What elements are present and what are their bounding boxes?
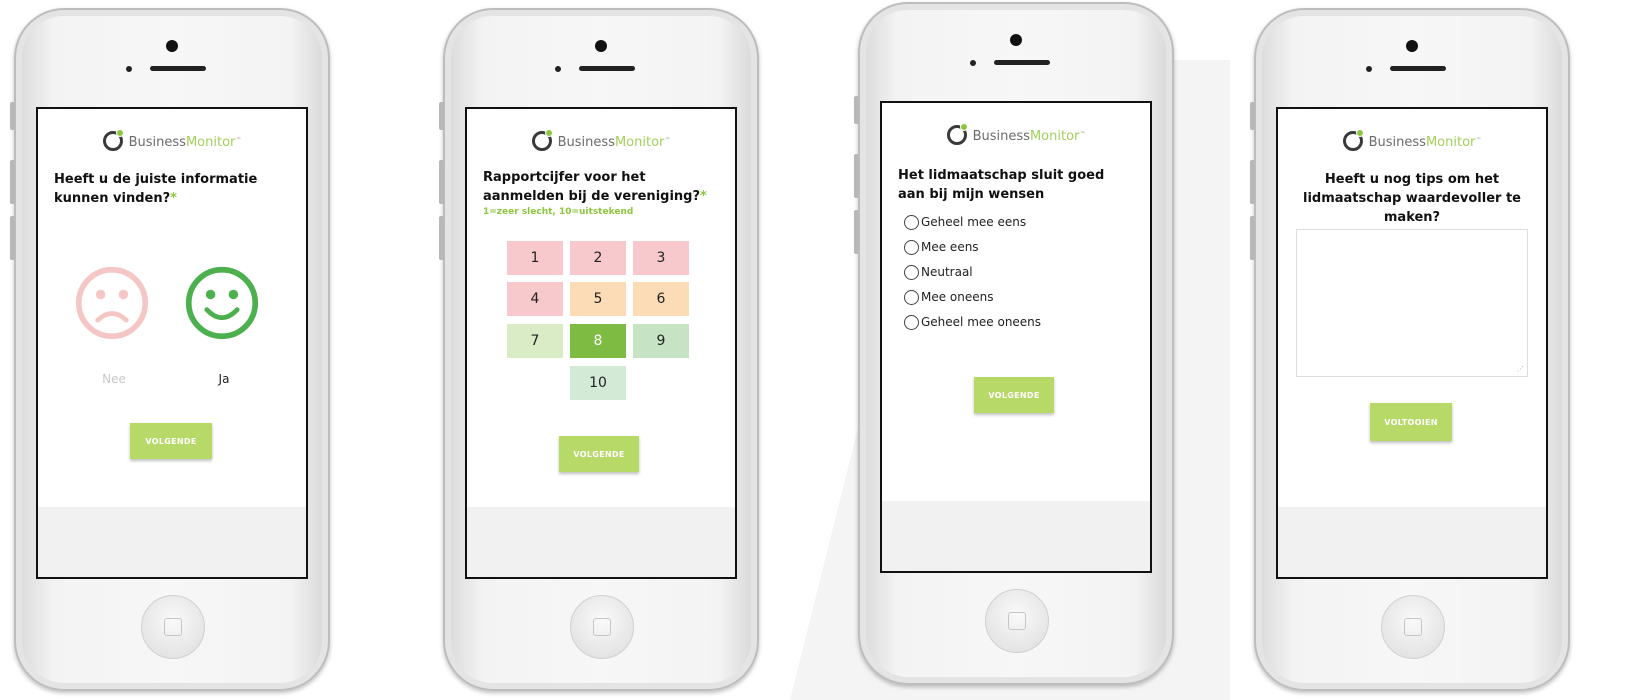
radio-button[interactable]: [904, 314, 919, 330]
phone-side-button: [10, 160, 15, 204]
phone-sensor: [970, 60, 976, 66]
next-button[interactable]: VOLGENDE: [130, 423, 212, 459]
option-label-ja[interactable]: Ja: [184, 372, 264, 386]
scale-hint: 1=zeer slecht, 10=uitstekend: [483, 206, 634, 217]
phone-sensor: [1366, 66, 1372, 72]
phone-frame-2: BusinessMonitor™ Rapportcijfer voor het …: [439, 8, 759, 691]
radio-button[interactable]: [904, 264, 919, 280]
phone-side-button: [854, 210, 859, 254]
phone-side-button: [854, 96, 859, 124]
screen-footer: [1278, 507, 1546, 577]
phone-side-button: [439, 216, 444, 260]
phone-side-button: [10, 216, 15, 260]
phone-side-button: [1250, 216, 1255, 260]
phone-side-button: [10, 102, 15, 130]
phone-speaker: [1390, 66, 1446, 71]
phone-speaker: [150, 66, 206, 71]
phone-side-button: [1250, 160, 1255, 204]
score-cell-3[interactable]: 3: [633, 241, 689, 275]
businessmonitor-logo: BusinessMonitor™: [38, 129, 306, 151]
home-button: [141, 595, 205, 659]
question-text: Rapportcijfer voor het aanmelden bij de …: [483, 170, 707, 204]
next-button[interactable]: VOLGENDE: [559, 436, 639, 472]
phone-frame-4: BusinessMonitor™ Heeft u nog tips om het…: [1250, 8, 1570, 691]
happy-face-icon[interactable]: [184, 265, 260, 341]
sad-face-icon[interactable]: [74, 265, 150, 341]
score-cell-5[interactable]: 5: [570, 282, 626, 316]
radio-option-geheel-mee-eens[interactable]: Geheel mee eens: [904, 213, 1150, 232]
radio-option-geheel-mee-oneens[interactable]: Geheel mee oneens: [904, 313, 1150, 332]
logo-ring-icon: [102, 129, 124, 151]
screen-footer: [467, 507, 735, 577]
radio-option-neutraal[interactable]: Neutraal: [904, 263, 1150, 282]
screen-footer: [882, 501, 1150, 571]
businessmonitor-logo: BusinessMonitor™: [467, 129, 735, 151]
score-cell-2[interactable]: 2: [570, 241, 626, 275]
home-button: [1381, 595, 1445, 659]
score-cell-9[interactable]: 9: [633, 324, 689, 358]
logo-ring-icon: [531, 129, 553, 151]
logo-ring-icon: [946, 123, 968, 145]
phone-sensor: [126, 66, 132, 72]
phone-camera: [595, 40, 607, 52]
score-cell-6[interactable]: 6: [633, 282, 689, 316]
screen-footer: [38, 507, 306, 577]
question-text: Heeft u de juiste informatie kunnen vind…: [54, 172, 258, 206]
phone-camera: [1010, 34, 1022, 46]
phone-side-button: [439, 102, 444, 130]
phone-side-button: [854, 154, 859, 198]
tips-textarea[interactable]: [1296, 229, 1528, 377]
survey-screen-4: BusinessMonitor™ Heeft u nog tips om het…: [1276, 107, 1548, 579]
logo-ring-icon: [1342, 129, 1364, 151]
phone-sensor: [555, 66, 561, 72]
score-cell-1[interactable]: 1: [507, 241, 563, 275]
radio-option-mee-eens[interactable]: Mee eens: [904, 238, 1150, 257]
phone-camera: [166, 40, 178, 52]
survey-screen-1: BusinessMonitor™ Heeft u de juiste infor…: [36, 107, 308, 579]
phone-frame-1: BusinessMonitor™ Heeft u de juiste infor…: [10, 8, 330, 691]
score-cell-4[interactable]: 4: [507, 282, 563, 316]
businessmonitor-logo: BusinessMonitor™: [1278, 129, 1546, 151]
survey-screen-2: BusinessMonitor™ Rapportcijfer voor het …: [465, 107, 737, 579]
phone-side-button: [439, 160, 444, 204]
question-text: Het lidmaatschap sluit goed aan bij mijn…: [898, 168, 1105, 202]
businessmonitor-logo: BusinessMonitor™: [882, 123, 1150, 145]
radio-button[interactable]: [904, 239, 919, 255]
radio-button[interactable]: [904, 289, 919, 305]
score-cell-8-selected[interactable]: 8: [570, 324, 626, 358]
phone-side-button: [1250, 102, 1255, 130]
option-label-nee[interactable]: Nee: [74, 372, 154, 386]
phone-camera: [1406, 40, 1418, 52]
resize-handle-icon[interactable]: ⋰: [1517, 365, 1524, 373]
radio-option-mee-oneens[interactable]: Mee oneens: [904, 288, 1150, 307]
radio-button[interactable]: [904, 214, 919, 230]
finish-button[interactable]: VOLTOOIEN: [1370, 403, 1452, 441]
score-cell-7[interactable]: 7: [507, 324, 563, 358]
phone-speaker: [994, 60, 1050, 65]
home-button: [985, 589, 1049, 653]
score-cell-10[interactable]: 10: [570, 366, 626, 400]
phone-speaker: [579, 66, 635, 71]
phone-frame-3: BusinessMonitor™ Het lidmaatschap sluit …: [854, 2, 1174, 685]
question-text: Heeft u nog tips om het lidmaatschap waa…: [1302, 172, 1522, 225]
survey-screen-3: BusinessMonitor™ Het lidmaatschap sluit …: [880, 101, 1152, 573]
next-button[interactable]: VOLGENDE: [974, 377, 1054, 413]
home-button: [570, 595, 634, 659]
